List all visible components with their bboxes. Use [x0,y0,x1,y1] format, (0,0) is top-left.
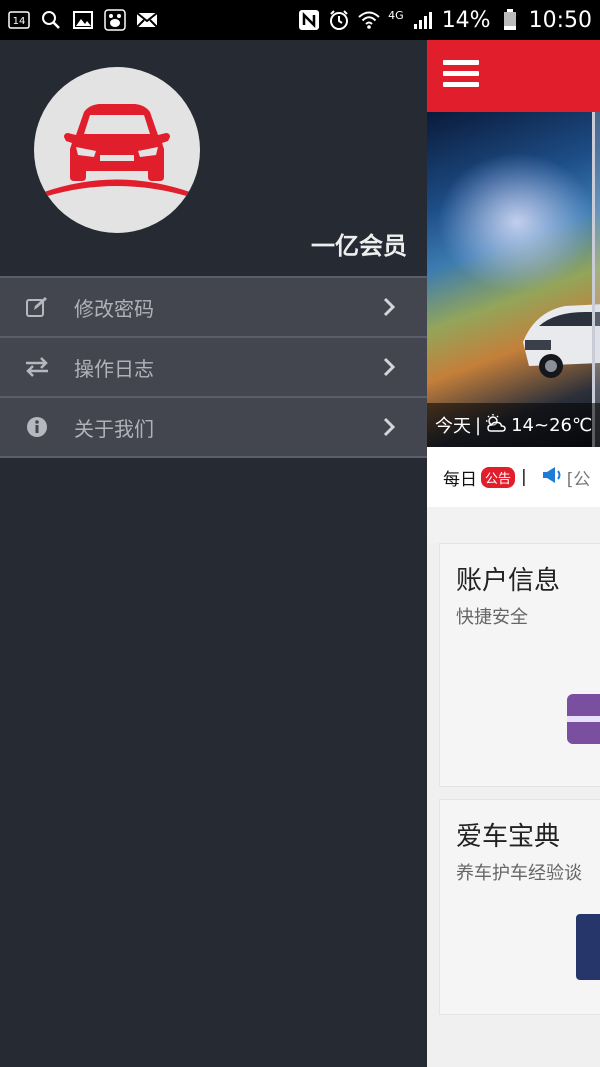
weather-bar: 今天 | 14~26℃ [427,403,600,447]
alarm-icon [328,9,350,31]
chevron-right-icon [379,357,399,377]
card-car-guide[interactable]: 爱车宝典 养车护车经验谈 [439,799,600,1015]
baidu-icon [104,9,126,31]
navigation-drawer: 一亿会员 修改密码 操作日志 关于我们 [0,40,427,1067]
chevron-right-icon [379,417,399,437]
menu-item-label: 关于我们 [74,416,154,441]
weather-day: 今天 [435,416,471,437]
notice-prefix: 每日 [443,469,477,490]
banner-light [437,152,597,292]
signal-icon [412,9,434,31]
menu-item-label: 操作日志 [74,356,154,381]
menu-item-about-us[interactable]: 关于我们 [0,398,427,458]
menu-item-operation-log[interactable]: 操作日志 [0,338,427,398]
search-icon [40,9,62,31]
avatar[interactable] [34,67,200,233]
spacer [427,507,600,543]
edit-icon [24,294,50,320]
menu-icon[interactable] [443,60,479,92]
battery-percent: 14% [441,7,491,33]
info-icon [24,414,50,440]
top-app-bar [427,40,600,112]
chevron-right-icon [379,297,399,317]
main-content: 今天 | 14~26℃ 每日 公告 | [公 账户信息 快捷安全 爱车宝典 养车… [427,40,600,1067]
wifi-icon [358,9,380,31]
svg-text:14: 14 [13,16,26,27]
notice-badge: 公告 [481,466,516,488]
swap-arrows-icon [24,354,50,380]
notice-separator: | [521,467,527,487]
book-icon [576,914,600,980]
banner-frame [592,112,600,447]
clock: 10:50 [528,7,592,33]
menu-item-label: 修改密码 [74,296,154,321]
car-logo-icon [44,104,190,197]
card-account-info[interactable]: 账户信息 快捷安全 [439,543,600,787]
image-icon [72,9,94,31]
banner-car-image [523,304,600,378]
weather-separator: | [475,414,482,436]
battery-icon [499,9,521,31]
drawer-menu: 修改密码 操作日志 关于我们 [0,276,427,458]
member-name: 一亿会员 [311,232,407,260]
card-subtitle: 快捷安全 [456,607,528,628]
drawer-header: 一亿会员 [0,40,427,276]
promo-banner[interactable]: 今天 | 14~26℃ [427,112,600,447]
megaphone-icon [541,466,563,489]
notice-bar[interactable]: 每日 公告 | [公 [427,447,600,507]
cloudy-sun-icon [485,413,507,438]
network-type: 4G [388,8,404,22]
menu-item-change-password[interactable]: 修改密码 [0,278,427,338]
card-subtitle: 养车护车经验谈 [456,863,582,884]
notification-count-icon: 14 [8,9,30,31]
status-bar: 14 4G 14% 10:50 [0,0,600,40]
weather-temp: 14~26℃ [511,414,593,436]
card-title: 爱车宝典 [456,822,561,852]
mail-icon [136,9,158,31]
card-title: 账户信息 [456,566,561,596]
notice-text: [公 [566,469,591,490]
credit-card-icon [567,694,600,744]
nfc-icon [298,9,320,31]
